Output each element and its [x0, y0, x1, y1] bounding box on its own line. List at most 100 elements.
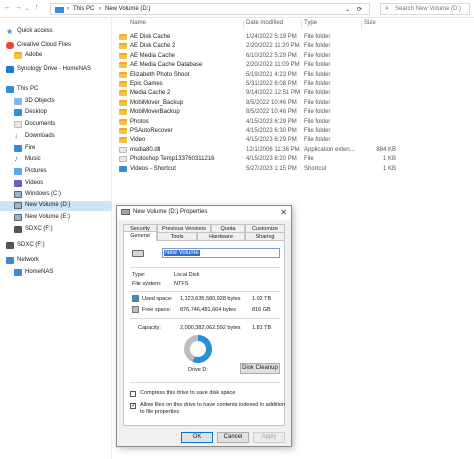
sidebar-item-adobe[interactable]: Adobe	[0, 51, 112, 61]
up-arrow-icon[interactable]: ↑	[35, 4, 39, 11]
file-size: 1 KB	[382, 165, 396, 172]
file-row[interactable]: MobiMoverBackup 8/5/2022 10:46 PM File fol…	[116, 108, 474, 117]
file-row[interactable]: Elizabeth Photo Shoot 5/19/2021 4:23 PM Fi…	[116, 71, 474, 80]
sd-icon	[6, 242, 14, 249]
tab-general[interactable]: General	[123, 231, 157, 241]
folder-icon	[119, 137, 127, 144]
file-size: 1 KB	[382, 156, 396, 163]
divider	[130, 267, 280, 268]
sidebar-item-desktop[interactable]: Desktop	[0, 108, 112, 118]
pc-icon	[6, 86, 14, 93]
address-path[interactable]: › This PC › New Volume (D:) ⌄ ⟳	[50, 3, 370, 15]
sidebar-item-pictures[interactable]: Pictures	[0, 167, 112, 177]
used-space-bytes: 1,123,635,580,928 bytes	[180, 296, 241, 302]
sidebar-item-music[interactable]: ♪ Music	[0, 154, 112, 165]
column-divider[interactable]	[243, 20, 244, 29]
sidebar-item-documents[interactable]: Documents	[0, 120, 112, 130]
back-arrow-icon[interactable]: ←	[4, 4, 11, 11]
properties-dialog: New Volume (D:) Properties ✕ Security Pr…	[116, 205, 292, 447]
file-name: Elizabeth Photo Shoot	[130, 71, 190, 78]
sidebar-item-creative-cloud[interactable]: Creative Cloud Files	[0, 41, 112, 51]
file-row[interactable]: Epic Games 5/31/2022 6:08 PM File folder	[116, 80, 474, 89]
file-row[interactable]: Media Cache 2 9/14/2022 12:51 PM File fold…	[116, 89, 474, 98]
breadcrumb-new-volume[interactable]: New Volume (D:)	[105, 6, 150, 12]
column-header-size[interactable]: Size	[364, 20, 376, 30]
breadcrumb-this-pc[interactable]: This PC	[73, 6, 94, 12]
file-row[interactable]: Photos 4/15/2023 6:29 PM File folder	[116, 118, 474, 127]
column-header-type[interactable]: Type	[304, 20, 317, 30]
dialog-title-bar[interactable]: New Volume (D:) Properties ✕	[117, 206, 291, 220]
file-row[interactable]: MobiMover_Backup 8/5/2022 10:46 PM File fo…	[116, 99, 474, 108]
recent-chevron-icon[interactable]: ⌄	[25, 6, 29, 12]
close-icon[interactable]: ✕	[280, 208, 287, 217]
file-row[interactable]: Photoshop Temp133760311216 4/15/2023 6:20…	[116, 155, 474, 164]
search-input[interactable]: ⌕ Search New Volume (D:)	[380, 3, 470, 15]
file-name: Videos - Shortcut	[130, 165, 176, 172]
sidebar-item-new-volume-e[interactable]: New Volume (E:)	[0, 213, 112, 223]
folder-icon	[14, 52, 22, 59]
folder-icon	[119, 128, 127, 134]
volume-name-input[interactable]: New Volume	[162, 248, 280, 258]
sidebar-item-this-pc[interactable]: This PC	[0, 85, 112, 95]
divider	[130, 382, 280, 383]
file-row[interactable]: PSAutoRecover 4/15/2023 6:30 PM File folde…	[116, 127, 474, 136]
file-row[interactable]: msdia80.dll 12/1/2006 11:36 PM Application…	[116, 146, 474, 155]
column-header-name[interactable]: Name	[130, 20, 146, 30]
cancel-button[interactable]: Cancel	[217, 432, 249, 443]
search-icon: ⌕	[385, 5, 389, 12]
compress-checkbox[interactable]	[130, 391, 136, 397]
pictures-icon	[14, 168, 22, 175]
sidebar-item-windows-c[interactable]: Windows (C:)	[0, 190, 112, 200]
column-divider[interactable]	[301, 20, 302, 29]
refresh-icon[interactable]: ⟳	[357, 6, 362, 13]
sidebar-item-sdxc-f-root[interactable]: SDXC (F:)	[0, 241, 112, 251]
disk-cleanup-button[interactable]: Disk Cleanup	[240, 363, 280, 374]
file-type: File folder	[304, 71, 331, 78]
column-header-date[interactable]: Date modified	[246, 20, 283, 30]
apply-button[interactable]: Apply	[253, 432, 285, 443]
file-date: 5/19/2021 4:23 PM	[246, 71, 297, 78]
dropdown-chevron-icon[interactable]: ⌄	[345, 6, 350, 13]
nas-icon	[14, 269, 22, 276]
file-type: File folder	[304, 81, 331, 87]
file-system-label: File system:	[132, 281, 162, 287]
used-space-label: Used space:	[142, 296, 173, 302]
folder-icon	[119, 81, 127, 87]
file-row[interactable]: AE Disk Cache 2 2/20/2022 11:20 PM File fo…	[116, 42, 474, 51]
sidebar-item-homenas[interactable]: HomeNAS	[0, 268, 112, 278]
sidebar-item-sdxc-f[interactable]: SDXC (F:)	[0, 225, 112, 235]
file-row[interactable]: AE Media Cache Database 2/20/2022 11:09 P…	[116, 61, 474, 70]
sidebar-item-3d-objects[interactable]: 3D Objects	[0, 97, 112, 107]
index-label: Allow files on this drive to have conten…	[140, 402, 285, 415]
sidebar-item-network[interactable]: Network	[0, 256, 112, 266]
sidebar-item-videos[interactable]: Videos	[0, 179, 112, 189]
folder-icon	[119, 99, 127, 106]
sidebar-item-quick-access[interactable]: ★ Quick access	[0, 27, 112, 37]
navigation-pane: ★ Quick access Creative Cloud Files Adob…	[0, 18, 112, 459]
folder-icon	[119, 118, 127, 125]
file-type: File folder	[304, 90, 331, 97]
sidebar-item-downloads[interactable]: ↓ Downloads	[0, 131, 112, 142]
sidebar-item-fire[interactable]: Fire	[0, 144, 112, 154]
sidebar-item-synology[interactable]: Synology Drive - HomeNAS	[0, 65, 112, 75]
file-row[interactable]: Video 4/15/2023 6:29 PM File folder	[116, 136, 474, 145]
sidebar-label: Fire	[25, 145, 36, 151]
ok-button[interactable]: OK	[181, 432, 213, 443]
used-space-size: 1.02 TB	[252, 296, 272, 302]
file-row[interactable]: Videos - Shortcut 5/27/2023 1:15 PM Shortc…	[116, 165, 474, 174]
drive-icon	[14, 214, 22, 221]
file-name: AE Media Cache Database	[130, 62, 203, 69]
file-name: AE Media Cache	[130, 52, 176, 59]
file-row[interactable]: AE Disk Cache 1/24/2022 5:19 PM File folde…	[116, 33, 474, 42]
file-name: AE Disk Cache	[130, 34, 171, 40]
sidebar-label: Windows (C:)	[25, 191, 62, 197]
index-checkbox[interactable]: ✓	[130, 403, 136, 409]
sidebar-label: SDXC (F:)	[25, 226, 53, 232]
documents-icon	[14, 121, 22, 128]
sidebar-item-new-volume-d[interactable]: New Volume (D:)	[0, 201, 112, 211]
column-divider[interactable]	[361, 20, 362, 29]
file-row[interactable]: AE Media Cache 6/10/2022 5:29 PM File fold…	[116, 52, 474, 61]
forward-arrow-icon[interactable]: →	[15, 4, 22, 11]
folder-icon	[119, 109, 127, 116]
search-placeholder: Search New Volume (D:)	[395, 6, 462, 12]
